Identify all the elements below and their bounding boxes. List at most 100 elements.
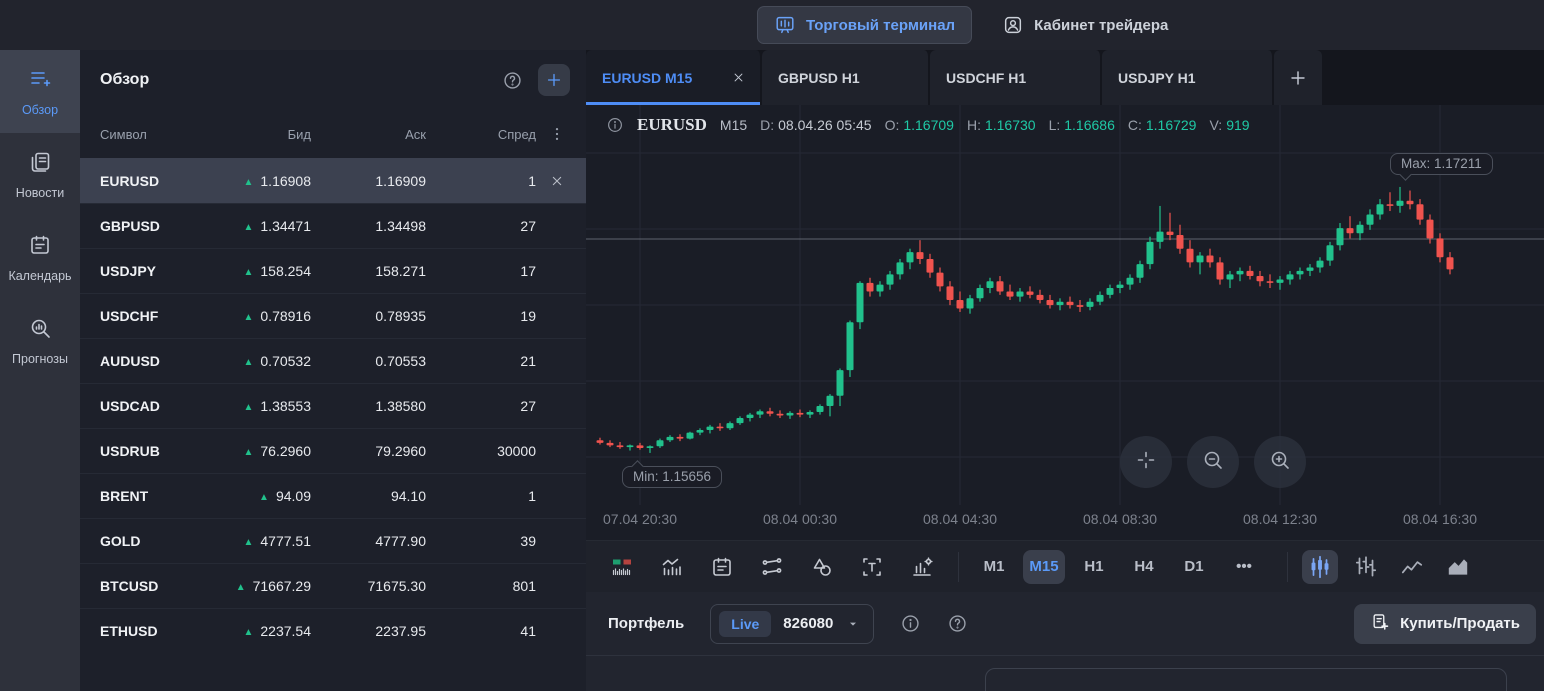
zoom-in-button[interactable] xyxy=(1254,436,1306,488)
timeframe-M1[interactable]: M1 xyxy=(973,550,1015,584)
ask-cell: 1.16909 xyxy=(311,173,426,189)
help-icon[interactable] xyxy=(502,70,523,91)
ohlc-field-L: L:1.16686 xyxy=(1049,117,1115,133)
bid-cell: ▲94.09 xyxy=(191,488,311,504)
calendar-icon xyxy=(710,555,734,579)
ask-cell: 2237.95 xyxy=(311,623,426,639)
timeframe-H1[interactable]: H1 xyxy=(1073,550,1115,584)
timeframe-H4[interactable]: H4 xyxy=(1123,550,1165,584)
trader-cabinet-button[interactable]: Кабинет трейдера xyxy=(986,6,1184,44)
chart-tab-USDCHF-H1[interactable]: USDCHF H1 xyxy=(930,50,1102,105)
symbol-cell: GOLD xyxy=(100,533,191,549)
shapes-tool-button[interactable] xyxy=(808,553,836,581)
watchlist-header: Обзор xyxy=(80,50,586,110)
chart-section: EURUSD M15GBPUSD H1USDCHF H1USDJPY H1 EU… xyxy=(586,50,1544,691)
chart-symbol: EURUSD xyxy=(637,115,707,135)
portfolio-panel: Портфель Live 826080 Купить/Продать xyxy=(586,592,1544,691)
up-triangle-icon: ▲ xyxy=(243,402,253,413)
chart-type-area-button[interactable] xyxy=(1440,550,1476,584)
timeframe-•••[interactable]: ••• xyxy=(1223,550,1265,584)
watchlist-row-USDRUB[interactable]: USDRUB▲76.296079.296030000 xyxy=(80,428,586,473)
bars-chart-icon xyxy=(1353,554,1379,580)
new-chart-tab-button[interactable] xyxy=(1274,50,1322,105)
crosshair-button[interactable] xyxy=(1120,436,1172,488)
chart-type-bars-button[interactable] xyxy=(1348,550,1384,584)
sidebar-item-forecasts[interactable]: Прогнозы xyxy=(0,299,80,382)
indicators-button[interactable] xyxy=(658,553,686,581)
chart-toolbar: M1M15H1H4D1••• xyxy=(586,540,1544,592)
watchlist-row-EURUSD[interactable]: EURUSD▲1.169081.169091 xyxy=(80,158,586,203)
spread-cell: 41 xyxy=(426,623,536,639)
chart-timeframe: M15 xyxy=(720,117,747,133)
bid-cell: ▲2237.54 xyxy=(191,623,311,639)
sidebar-item-overview[interactable]: Обзор xyxy=(0,50,80,133)
ask-cell: 1.38580 xyxy=(311,398,426,414)
chart-tab-EURUSD-M15[interactable]: EURUSD M15 xyxy=(586,50,762,105)
watchlist-row-USDJPY[interactable]: USDJPY▲158.254158.27117 xyxy=(80,248,586,293)
chart-tab-USDJPY-H1[interactable]: USDJPY H1 xyxy=(1102,50,1274,105)
watchlist-row-USDCAD[interactable]: USDCAD▲1.385531.3858027 xyxy=(80,383,586,428)
bid-cell: ▲1.38553 xyxy=(191,398,311,414)
symbol-cell: USDCHF xyxy=(100,308,191,324)
bid-cell: ▲0.70532 xyxy=(191,353,311,369)
chart-tabs: EURUSD M15GBPUSD H1USDCHF H1USDJPY H1 xyxy=(586,50,1544,105)
live-badge: Live xyxy=(719,611,771,637)
watchlist-title: Обзор xyxy=(100,71,149,89)
kebab-menu-icon[interactable] xyxy=(536,125,578,143)
chart-type-line-button[interactable] xyxy=(1394,550,1430,584)
max-price-tag: Max: 1.17211 xyxy=(1390,153,1493,175)
chart-type-candles-button[interactable] xyxy=(1302,550,1338,584)
chart-objects-button[interactable] xyxy=(908,553,936,581)
close-icon[interactable] xyxy=(731,70,746,85)
info-icon[interactable] xyxy=(900,613,921,634)
column-header-Бид: Бид xyxy=(191,127,311,142)
chart-area[interactable]: EURUSD M15 D:08.04.26 05:45O:1.16709H:1.… xyxy=(586,105,1544,540)
ask-cell: 94.10 xyxy=(311,488,426,504)
ask-cell: 4777.90 xyxy=(311,533,426,549)
ohlc-header: EURUSD M15 D:08.04.26 05:45O:1.16709H:1.… xyxy=(606,115,1250,135)
up-triangle-icon: ▲ xyxy=(243,627,253,638)
spread-cell: 27 xyxy=(426,398,536,414)
lines-tool-button[interactable] xyxy=(758,553,786,581)
spread-cell: 30000 xyxy=(426,443,536,459)
info-icon[interactable] xyxy=(606,116,624,134)
calendar-button[interactable] xyxy=(708,553,736,581)
account-select[interactable]: Live 826080 xyxy=(710,604,874,644)
candles-chart-icon xyxy=(1307,554,1333,580)
close-icon[interactable] xyxy=(536,173,578,189)
text-tool-icon xyxy=(860,555,884,579)
add-symbol-button[interactable] xyxy=(538,64,570,96)
timeframe-D1[interactable]: D1 xyxy=(1173,550,1215,584)
ohlc-field-D: D:08.04.26 05:45 xyxy=(760,117,871,133)
watchlist-row-BTCUSD[interactable]: BTCUSD▲71667.2971675.30801 xyxy=(80,563,586,608)
bid-cell: ▲1.16908 xyxy=(191,173,311,189)
portfolio-content-placeholder xyxy=(985,668,1507,691)
watchlist-row-GOLD[interactable]: GOLD▲4777.514777.9039 xyxy=(80,518,586,563)
chart-tab-GBPUSD-H1[interactable]: GBPUSD H1 xyxy=(762,50,930,105)
toolbar-divider xyxy=(958,552,959,582)
watchlist-row-GBPUSD[interactable]: GBPUSD▲1.344711.3449827 xyxy=(80,203,586,248)
symbol-cell: ETHUSD xyxy=(100,623,191,639)
list-add-icon xyxy=(28,67,52,96)
order-ticket-icon xyxy=(1370,612,1390,636)
area-chart-icon xyxy=(1445,554,1471,580)
terminal-mode-button[interactable]: Торговый терминал xyxy=(757,6,972,44)
quotes-panel-button[interactable] xyxy=(608,553,636,581)
watchlist-row-USDCHF[interactable]: USDCHF▲0.789160.7893519 xyxy=(80,293,586,338)
zoom-out-button[interactable] xyxy=(1187,436,1239,488)
watchlist-row-ETHUSD[interactable]: ETHUSD▲2237.542237.9541 xyxy=(80,608,586,653)
help-icon[interactable] xyxy=(947,613,968,634)
sidebar-item-news[interactable]: Новости xyxy=(0,133,80,216)
zoom-out-icon xyxy=(1201,448,1225,477)
ask-cell: 158.271 xyxy=(311,263,426,279)
timeframe-M15[interactable]: M15 xyxy=(1023,550,1065,584)
symbol-cell: AUDUSD xyxy=(100,353,191,369)
buy-sell-button[interactable]: Купить/Продать xyxy=(1354,604,1536,644)
sidebar-item-calendar[interactable]: Календарь xyxy=(0,216,80,299)
person-card-icon xyxy=(1002,14,1024,36)
up-triangle-icon: ▲ xyxy=(243,537,253,548)
watchlist-row-AUDUSD[interactable]: AUDUSD▲0.705320.7055321 xyxy=(80,338,586,383)
bid-cell: ▲0.78916 xyxy=(191,308,311,324)
watchlist-row-BRENT[interactable]: BRENT▲94.0994.101 xyxy=(80,473,586,518)
text-tool-button[interactable] xyxy=(858,553,886,581)
